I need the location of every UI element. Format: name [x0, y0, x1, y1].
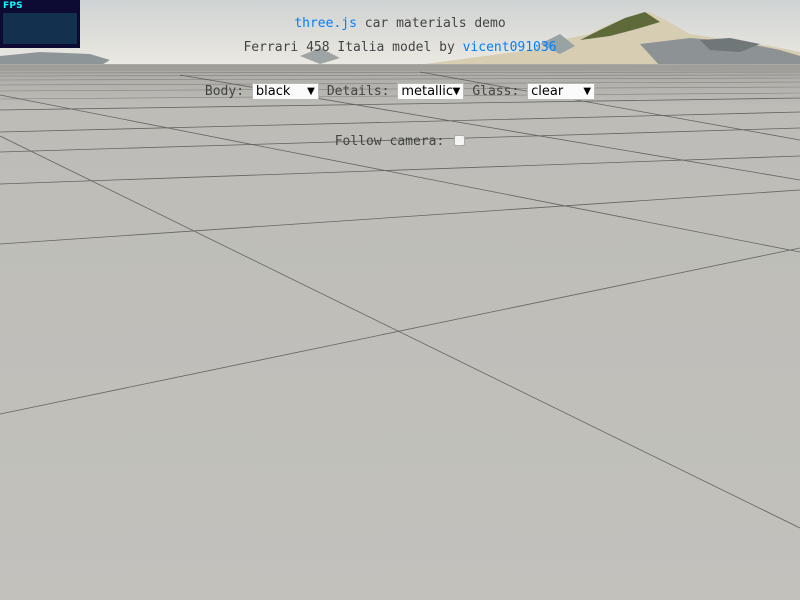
follow-camera-row: Follow camera: [0, 134, 800, 149]
body-select[interactable]: black ▼ [251, 83, 319, 100]
follow-camera-checkbox[interactable] [454, 135, 466, 146]
follow-camera-label: Follow camera: [334, 134, 445, 149]
credit-row: Ferrari 458 Italia model by vicent091036 [0, 36, 800, 60]
author-link[interactable]: vicent091036 [463, 40, 557, 55]
details-select-value: metallic [401, 84, 454, 99]
credit-text: Ferrari 458 Italia model by [243, 40, 463, 55]
material-controls: Body: black ▼ Details: metallic ▼ Glass:… [0, 83, 800, 100]
glass-label: Glass: [472, 84, 520, 99]
info-header: three.js car materials demo Ferrari 458 … [0, 12, 800, 60]
glass-select[interactable]: clear ▼ [527, 83, 596, 100]
chevron-down-icon: ▼ [583, 86, 592, 97]
body-select-value: black [255, 84, 291, 99]
details-select[interactable]: metallic ▼ [397, 83, 465, 100]
title-row: three.js car materials demo [0, 12, 800, 36]
chevron-down-icon: ▼ [307, 86, 315, 97]
glass-select-value: clear [531, 84, 564, 99]
chevron-down-icon: ▼ [452, 86, 461, 97]
body-label: Body: [204, 84, 245, 99]
title-text: car materials demo [356, 16, 506, 31]
details-label: Details: [326, 84, 390, 99]
fps-label: FPS [3, 1, 23, 11]
threejs-link[interactable]: three.js [294, 16, 357, 31]
